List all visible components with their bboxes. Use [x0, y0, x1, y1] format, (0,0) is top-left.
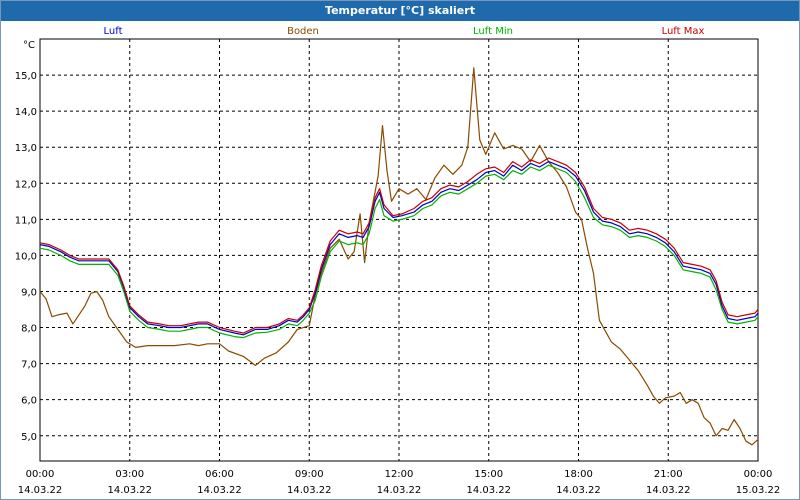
line-chart: 5,0 6,0 7,0 8,0 9,0 10,0 11,0 12,0 13,0 14,0 15,0 °… [15, 26, 781, 496]
y-tick-label: 11,0 [15, 215, 37, 226]
y-tick-label: 5,0 [21, 432, 37, 443]
x-tick-time: 00:00 [744, 469, 773, 480]
x-tick-time: 12:00 [385, 469, 414, 480]
y-tick-label: 12,0 [15, 179, 37, 190]
legend-luft: Luft [104, 26, 123, 37]
y-tick-label: 8,0 [21, 324, 37, 335]
x-tick-date: 14.03.22 [556, 485, 601, 496]
y-tick-label: 9,0 [21, 287, 37, 298]
x-tick-time: 03:00 [115, 469, 144, 480]
x-tick-date: 14.03.22 [197, 485, 242, 496]
legend: Luft Boden Luft Min Luft Max [104, 26, 705, 37]
x-tick-time: 15:00 [474, 469, 503, 480]
y-tick-label: 15,0 [15, 71, 37, 82]
x-tick-time: 18:00 [564, 469, 593, 480]
legend-luft-min: Luft Min [473, 26, 513, 37]
x-tick-date: 14.03.22 [18, 485, 63, 496]
x-tick-date: 14.03.22 [466, 485, 511, 496]
x-tick-date: 15.03.22 [736, 485, 781, 496]
x-tick-time: 00:00 [26, 469, 55, 480]
series-line-luft [39, 161, 759, 336]
x-tick-time: 09:00 [295, 469, 324, 480]
y-tick-label: 6,0 [21, 396, 37, 407]
y-tick-label: 10,0 [15, 251, 37, 262]
x-tick-date: 14.03.22 [287, 485, 332, 496]
x-tick-date: 14.03.22 [377, 485, 422, 496]
x-tick-date: 14.03.22 [107, 485, 152, 496]
grid [40, 39, 758, 461]
y-axis-unit: °C [23, 40, 35, 51]
x-tick-date: 14.03.22 [646, 485, 691, 496]
legend-luft-max: Luft Max [662, 26, 705, 37]
y-tick-label: 14,0 [15, 107, 37, 118]
y-tick-label: 7,0 [21, 360, 37, 371]
x-tick-time: 21:00 [654, 469, 683, 480]
y-tick-label: 13,0 [15, 143, 37, 154]
x-tick-time: 06:00 [205, 469, 234, 480]
legend-boden: Boden [287, 26, 319, 37]
